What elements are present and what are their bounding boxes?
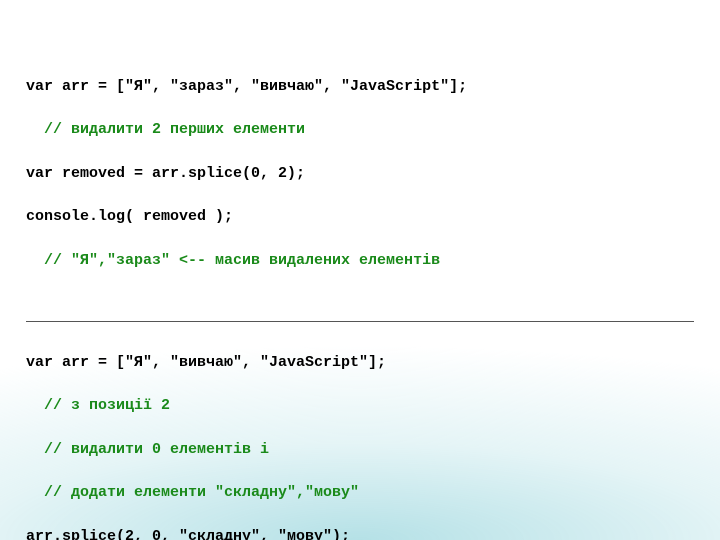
code-line: var removed = arr.splice(0, 2);	[26, 163, 694, 185]
slide-content: var arr = ["Я", "зараз", "вивчаю", "Java…	[0, 0, 720, 540]
divider	[26, 321, 694, 322]
code-line: var arr = ["Я", "зараз", "вивчаю", "Java…	[26, 76, 694, 98]
code-block-1: var arr = ["Я", "зараз", "вивчаю", "Java…	[26, 54, 694, 315]
code-line: arr.splice(2, 0, "складну", "мову");	[26, 526, 694, 540]
code-line: var arr = ["Я", "вивчаю", "JavaScript"];	[26, 352, 694, 374]
code-line: console.log( removed );	[26, 206, 694, 228]
code-comment: // з позиції 2	[26, 395, 694, 417]
code-comment: // "Я","зараз" <-- масив видалених елеме…	[26, 250, 694, 272]
code-block-2: var arr = ["Я", "вивчаю", "JavaScript"];…	[26, 330, 694, 540]
code-comment: // видалити 2 перших елементи	[26, 119, 694, 141]
code-comment: // додати елементи "складну","мову"	[26, 482, 694, 504]
code-comment: // видалити 0 елементів і	[26, 439, 694, 461]
